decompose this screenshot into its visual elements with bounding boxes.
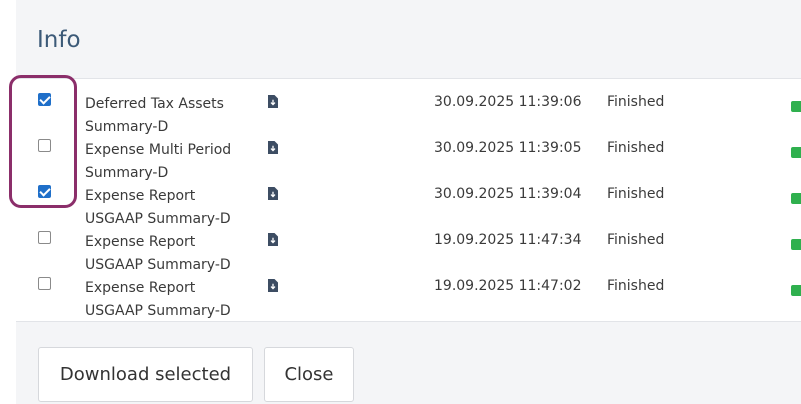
success-icon [791,101,801,112]
list-item: Expense Multi Period Summary-D 30.09.202… [16,125,801,181]
file-download-icon[interactable] [268,233,278,246]
success-icon [791,285,801,296]
file-download-icon[interactable] [268,95,278,108]
report-date: 19.09.2025 11:47:34 [434,232,582,248]
report-status: Finished [607,140,665,156]
file-download-icon[interactable] [268,141,278,154]
report-status: Finished [607,232,665,248]
report-list: Deferred Tax Assets Summary-D 30.09.2025… [16,79,801,322]
download-selected-button[interactable]: Download selected [38,347,253,402]
success-icon [791,147,801,158]
report-date: 30.09.2025 11:39:04 [434,186,582,202]
file-download-icon[interactable] [268,279,278,292]
success-icon [791,239,801,250]
report-date: 30.09.2025 11:39:06 [434,94,582,110]
report-status: Finished [607,278,665,294]
file-download-icon[interactable] [268,187,278,200]
report-date: 19.09.2025 11:47:02 [434,278,582,294]
close-button[interactable]: Close [264,347,354,402]
dialog-header: Info [16,0,801,79]
success-icon [791,193,801,204]
list-item: Expense Report USGAAP Summary-D 19.09.20… [16,217,801,273]
report-date: 30.09.2025 11:39:05 [434,140,582,156]
report-status: Finished [607,186,665,202]
row-checkbox[interactable] [38,231,51,244]
info-dialog: Info Deferred Tax Assets Summary-D 30.09… [16,0,801,404]
list-item: Deferred Tax Assets Summary-D 30.09.2025… [16,79,801,135]
list-item: Expense Report USGAAP Summary-D 19.09.20… [16,263,801,319]
dialog-title: Info [37,27,81,53]
report-status: Finished [607,94,665,110]
row-checkbox[interactable] [38,139,51,152]
report-name: Expense Report USGAAP Summary-D [85,280,231,319]
row-checkbox[interactable] [38,185,51,198]
list-item: Expense Report USGAAP Summary-D 30.09.20… [16,171,801,227]
row-checkbox[interactable] [38,93,51,106]
row-checkbox[interactable] [38,277,51,290]
